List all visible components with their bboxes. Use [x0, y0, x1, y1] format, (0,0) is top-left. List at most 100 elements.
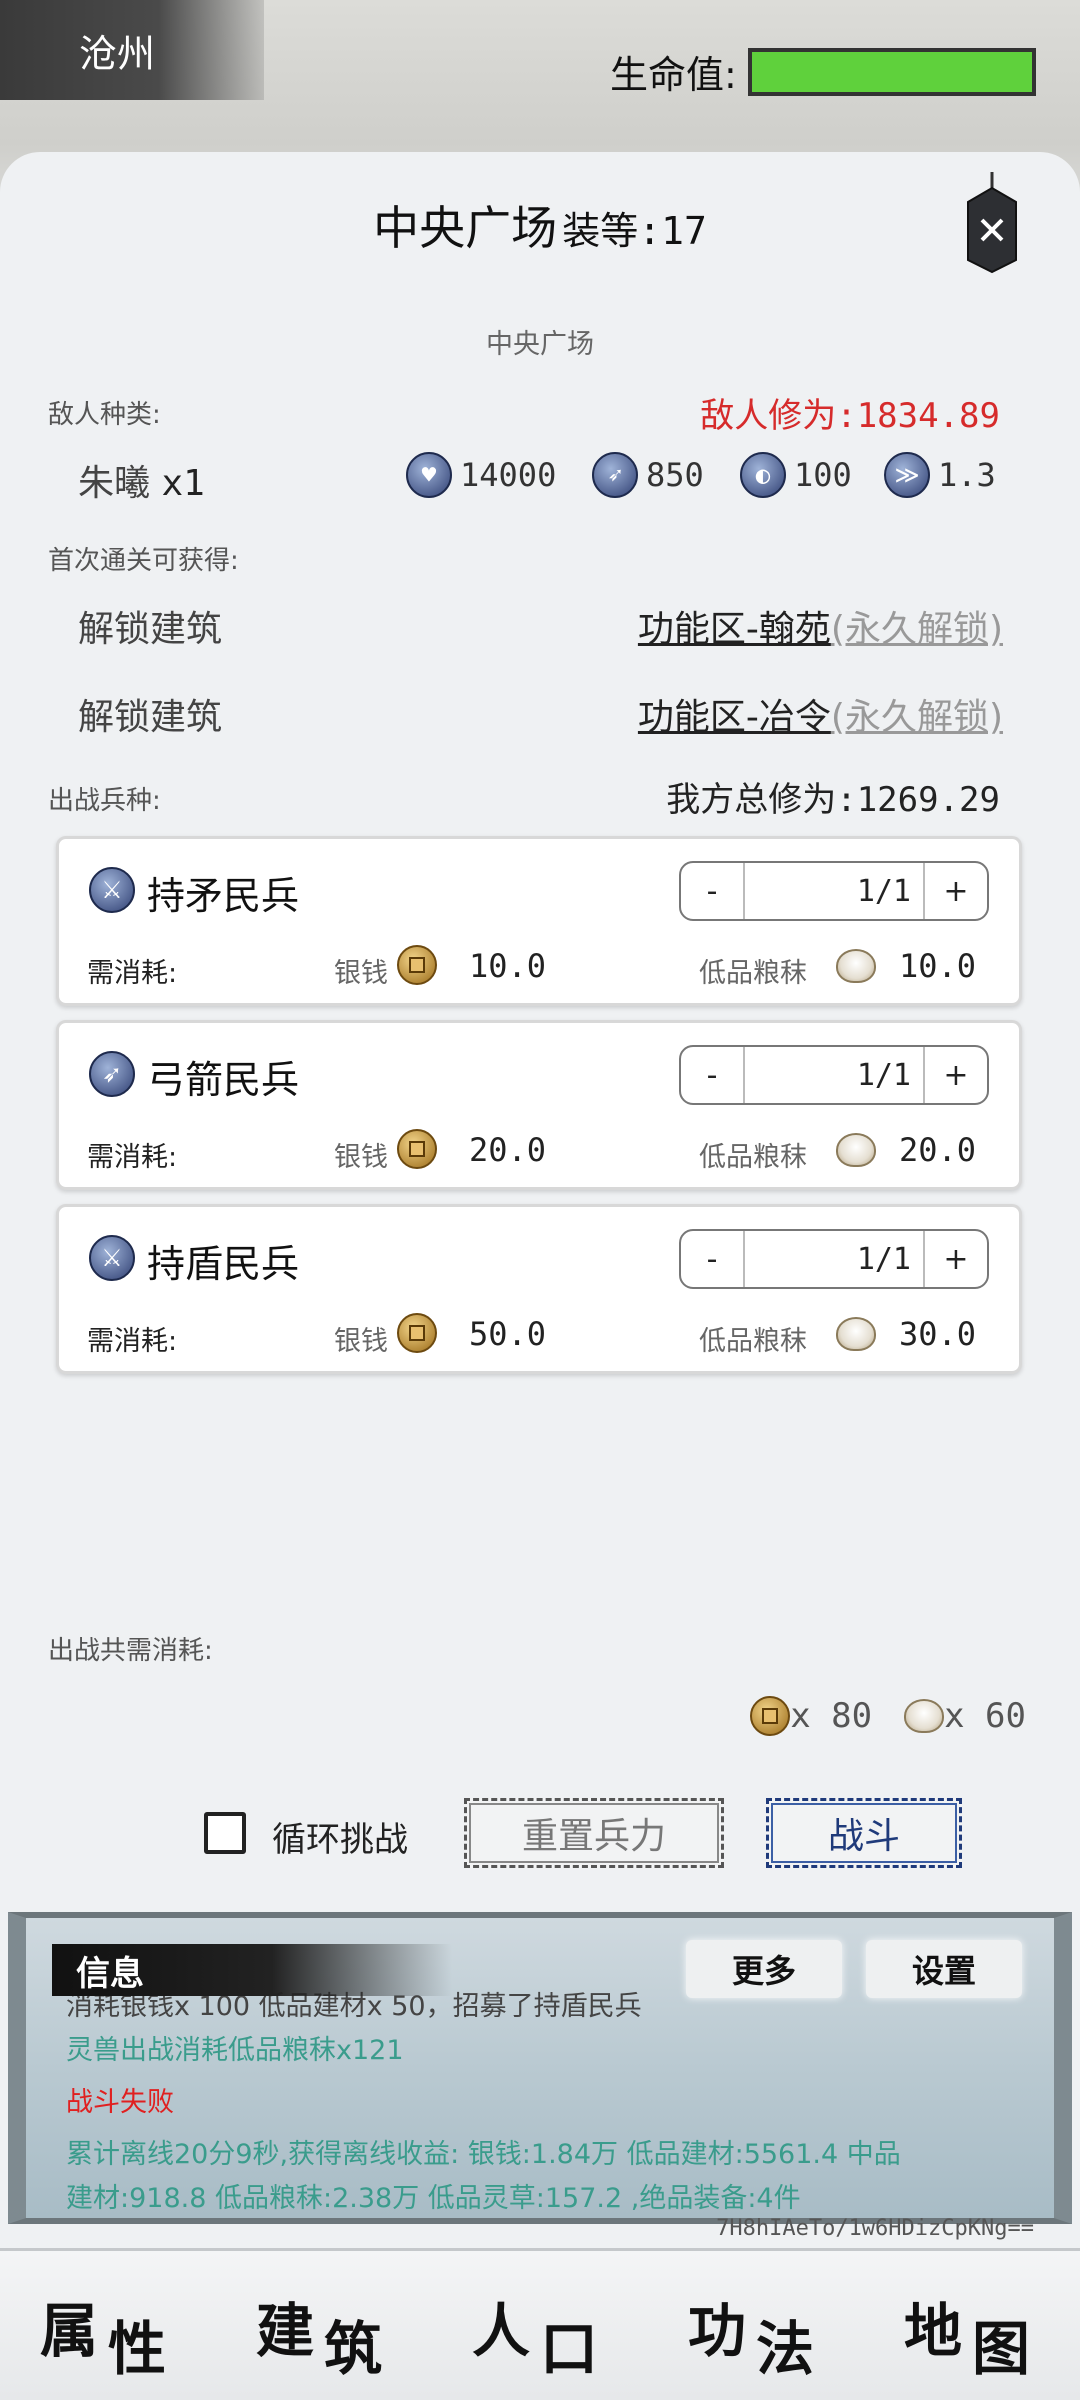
grain-cost: 10.0 [899, 947, 977, 985]
reward-link[interactable]: 功能区-翰苑 [638, 609, 831, 650]
enemy-stat-speed: ≫ 1.3 [884, 452, 996, 498]
message-panel: 消耗银钱x 100 低品建材x 50，招募了持盾民兵 信息 更多 设置 灵兽出战… [8, 1912, 1072, 2224]
loop-label[interactable]: 循环挑战 [272, 1812, 408, 1861]
enemy-type-label: 敌人种类: [48, 400, 161, 430]
speed-icon: ≫ [884, 452, 930, 498]
settings-button[interactable]: 设置 [866, 1940, 1022, 1998]
nav-map[interactable]: 地图 [904, 2284, 1040, 2383]
location-tag[interactable]: 沧州 [0, 0, 264, 100]
nav-attributes[interactable]: 属性 [40, 2284, 176, 2383]
nav-population[interactable]: 人口 [472, 2284, 608, 2383]
stage-name: 中央广场 [373, 201, 558, 255]
enemy-count: x1 [161, 463, 205, 504]
reset-troops-button[interactable]: 重置兵力 [464, 1798, 724, 1868]
stat-value: 14000 [460, 456, 557, 494]
heart-icon: ♥ [406, 452, 452, 498]
unit-count-stepper: - 1/1 + [679, 1229, 989, 1289]
enemy-power: 敌人修为:1834.89 [700, 396, 1000, 436]
increase-button[interactable]: + [925, 863, 987, 919]
coin-icon [397, 1129, 437, 1169]
total-coin: x 80 [790, 1696, 873, 1736]
shield-icon: ◐ [740, 452, 786, 498]
unit-name: 持盾民兵 [147, 1242, 300, 1286]
fight-button[interactable]: 战斗 [766, 1798, 962, 1868]
message-line: 累计离线20分9秒,获得离线收益: 银钱:1.84万 低品建材:5561.4 中… [66, 2139, 901, 2170]
reward-label: 解锁建筑 [78, 609, 223, 650]
grain-cost: 20.0 [899, 1131, 977, 1169]
coin-icon [397, 945, 437, 985]
stat-value: 850 [646, 456, 704, 494]
reward-label: 解锁建筑 [78, 697, 223, 738]
spear-icon: ⚔ [89, 867, 135, 913]
cost-label: 需消耗: [87, 1142, 178, 1173]
nav-buildings[interactable]: 建筑 [256, 2284, 392, 2383]
increase-button[interactable]: + [925, 1231, 987, 1287]
hp-label: 生命值: [610, 53, 737, 97]
hp-bar-fill [752, 52, 1032, 92]
grain-cost: 30.0 [899, 1315, 977, 1353]
unit-card-shield: ⚔ 持盾民兵 - 1/1 + 需消耗: 银钱 50.0 低品粮秣 30.0 [56, 1204, 1022, 1374]
total-rice: x 60 [944, 1696, 1026, 1736]
reward-link[interactable]: 功能区-冶令 [638, 697, 831, 738]
decrease-button[interactable]: - [681, 1047, 743, 1103]
bottom-nav: 属性 建筑 人口 功法 地图 [0, 2248, 1080, 2400]
enemy-stat-attack: ➶ 850 [592, 452, 704, 498]
bow-icon: ➶ [89, 1051, 135, 1097]
unit-name: 持矛民兵 [147, 874, 300, 918]
our-power: 我方总修为:1269.29 [666, 780, 1000, 820]
unit-count-value[interactable]: 1/1 [743, 1047, 925, 1103]
stage-subtitle: 中央广场 [486, 329, 594, 360]
reward-note: (永久解锁) [830, 609, 1003, 650]
stage-level: 装等:17 [562, 209, 707, 253]
enemy-name-text: 朱曦 [78, 463, 151, 504]
nav-skills[interactable]: 功法 [688, 2284, 824, 2383]
coin-icon [750, 1696, 791, 1736]
decrease-button[interactable]: - [681, 863, 743, 919]
unit-count-stepper: - 1/1 + [679, 861, 989, 921]
enemy-name: 朱曦 x1 [78, 454, 205, 506]
rice-icon [836, 1133, 876, 1167]
silver-cost: 20.0 [469, 1131, 547, 1169]
shield-unit-icon: ⚔ [89, 1235, 135, 1281]
unit-name: 弓箭民兵 [147, 1058, 300, 1102]
message-line: 灵兽出战消耗低品粮秣x121 [66, 2035, 404, 2066]
total-cost-label: 出战共需消耗: [48, 1636, 213, 1666]
hp-bar [748, 48, 1036, 96]
enemy-stat-defense: ◐ 100 [740, 452, 852, 498]
cost-label: 需消耗: [87, 1326, 178, 1357]
silver-label: 银钱 [334, 958, 388, 989]
unit-count-value[interactable]: 1/1 [743, 1231, 925, 1287]
reward-row: 解锁建筑 功能区-冶令(永久解锁) [78, 688, 1003, 740]
more-button[interactable]: 更多 [686, 1940, 842, 1998]
close-icon[interactable] [960, 172, 1024, 282]
reward-note: (永久解锁) [830, 697, 1003, 738]
total-cost: x 80 x 60 [750, 1696, 1026, 1736]
coin-icon [397, 1313, 437, 1353]
grain-label: 低品粮秣 [699, 1326, 807, 1357]
decrease-button[interactable]: - [681, 1231, 743, 1287]
unit-count-value[interactable]: 1/1 [743, 863, 925, 919]
unit-count-stepper: - 1/1 + [679, 1045, 989, 1105]
message-title: 信息 [52, 1944, 452, 1996]
stat-value: 1.3 [938, 456, 996, 494]
rice-icon [836, 949, 876, 983]
enemy-stat-hp: ♥ 14000 [406, 452, 556, 498]
bow-icon: ➶ [592, 452, 638, 498]
grain-label: 低品粮秣 [699, 958, 807, 989]
grain-label: 低品粮秣 [699, 1142, 807, 1173]
unit-card-bow: ➶ 弓箭民兵 - 1/1 + 需消耗: 银钱 20.0 低品粮秣 20.0 [56, 1020, 1022, 1190]
rice-icon [904, 1699, 945, 1733]
message-line: 建材:918.8 低品粮秣:2.38万 低品灵草:157.2 ,绝品装备:4件 [66, 2183, 801, 2214]
stat-value: 100 [794, 456, 852, 494]
units-label: 出战兵种: [48, 786, 161, 816]
message-line: 战斗失败 [66, 2087, 174, 2118]
silver-label: 银钱 [334, 1326, 388, 1357]
silver-cost: 50.0 [469, 1315, 547, 1353]
session-token: 7H8hIAeTo/1w6HDizCpKNg== [716, 2216, 1034, 2241]
loop-checkbox[interactable] [204, 1812, 246, 1854]
reward-row: 解锁建筑 功能区-翰苑(永久解锁) [78, 600, 1003, 652]
silver-cost: 10.0 [469, 947, 547, 985]
rice-icon [836, 1317, 876, 1351]
stage-title: 中央广场 装等:17 [0, 192, 1080, 258]
increase-button[interactable]: + [925, 1047, 987, 1103]
